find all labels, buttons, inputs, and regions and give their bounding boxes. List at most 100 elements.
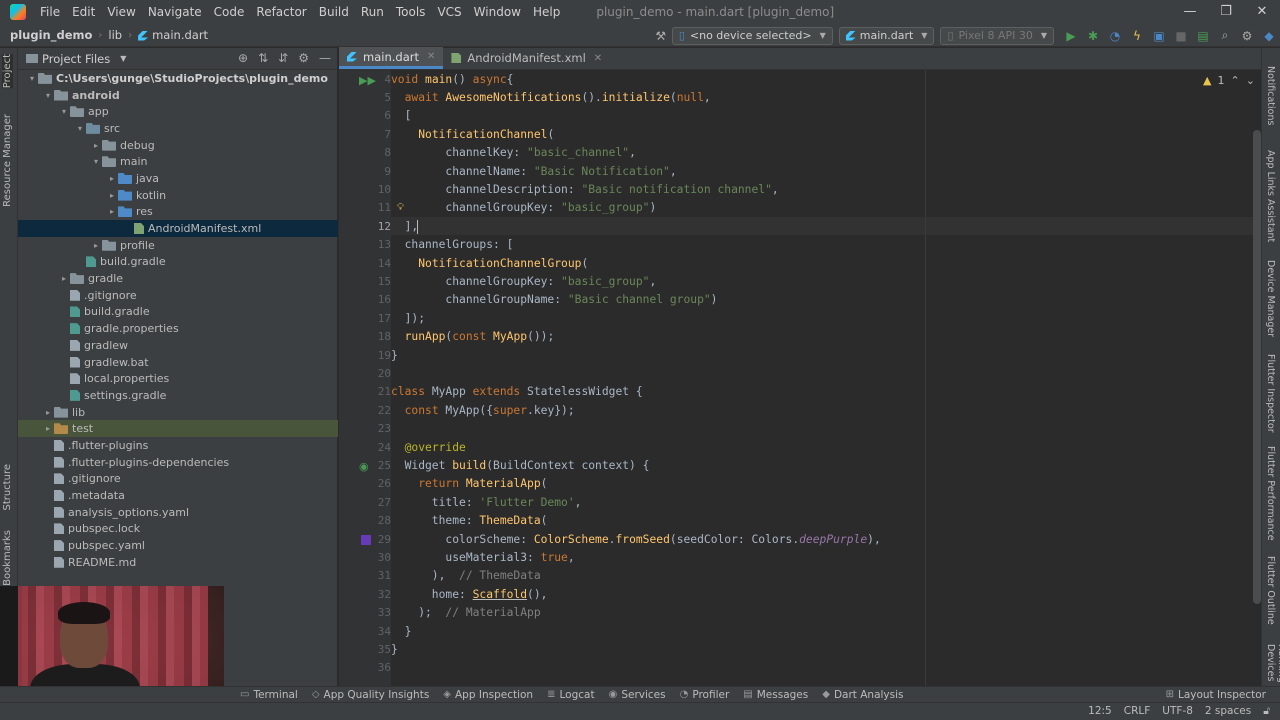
chevron-down-icon[interactable]: ▾ [26,74,38,83]
tree-item[interactable]: ▸ res [18,204,338,221]
line-number[interactable]: 11 [347,199,391,217]
code-line[interactable]: channelGroupKey: "basic_group", [391,273,656,291]
tree-item[interactable]: ▾ app [18,103,338,120]
menu-file[interactable]: File [34,0,66,24]
chevron-down-icon[interactable]: ▾ [58,107,70,116]
indent-setting[interactable]: 2 spaces [1205,705,1251,718]
line-number[interactable]: 7 [347,126,391,144]
line-number[interactable]: 22 [347,402,391,420]
line-number[interactable]: 16 [347,291,391,309]
device-selector[interactable]: ▯ <no device selected> ▼ [671,26,833,45]
device-manager-icon[interactable]: ▣ [1148,26,1170,46]
code-line[interactable]: theme: ThemeData( [391,512,548,530]
code-line[interactable]: useMaterial3: true, [391,549,574,567]
code-line[interactable]: await AwesomeNotifications().initialize(… [391,89,711,107]
line-number[interactable]: 20 [347,365,391,383]
line-number[interactable]: 25 [347,457,391,475]
profile-icon[interactable]: ◔ [1104,26,1126,46]
line-number[interactable]: 9 [347,163,391,181]
layout-inspector-tool-button[interactable]: ⊞ Layout Inspector [1166,689,1266,701]
code-line[interactable]: class MyApp extends StatelessWidget { [391,383,643,401]
line-number[interactable]: 19 [347,347,391,365]
chevron-right-icon[interactable]: ▸ [58,274,70,283]
override-gutter-icon[interactable]: ◉ [359,460,369,473]
tree-item[interactable]: build.gradle [18,304,338,321]
line-number[interactable]: 13 [347,236,391,254]
tree-item[interactable]: .flutter-plugins-dependencies [18,454,338,471]
line-number[interactable]: 26 [347,475,391,493]
code-line[interactable]: home: Scaffold(), [391,586,548,604]
run-icon[interactable]: ▶ [1060,26,1082,46]
app-quality-insights-tool-button[interactable]: ◇ App Quality Insights [312,689,429,701]
line-number[interactable]: 10 [347,181,391,199]
tree-item[interactable]: ▸ kotlin [18,187,338,204]
code-line[interactable]: return MaterialApp( [391,475,547,493]
tree-item[interactable]: ▸ lib [18,404,338,421]
chevron-right-icon[interactable]: ▸ [42,424,54,433]
ide-logo-icon[interactable]: ◆ [1258,26,1280,46]
tree-item[interactable]: ▸ profile [18,237,338,254]
menu-edit[interactable]: Edit [66,0,101,24]
tab-android-manifest[interactable]: AndroidManifest.xml ✕ [443,47,610,69]
line-number[interactable]: 12 [347,218,391,236]
structure-tool-button[interactable]: Structure [2,464,13,511]
device-manager-tool-button[interactable]: Device Manager [1265,260,1276,337]
code-line[interactable]: runApp(const MyApp()); [391,328,555,346]
tree-item[interactable]: pubspec.lock [18,521,338,538]
line-number[interactable]: 33 [347,604,391,622]
profiler-tool-button[interactable]: ◔ Profiler [680,689,730,701]
code-line[interactable]: channelName: "Basic Notification", [391,163,676,181]
minimize-button[interactable]: — [1172,0,1208,24]
tree-item[interactable]: settings.gradle [18,387,338,404]
expand-all-icon[interactable]: ⇅ [258,51,268,65]
tree-item[interactable]: analysis_options.yaml [18,504,338,521]
chevron-right-icon[interactable]: ▸ [106,207,118,216]
debug-icon[interactable]: ✱ [1082,26,1104,46]
code-line[interactable]: } [391,623,412,641]
chevron-up-icon[interactable]: ⌃ [1230,74,1239,87]
tree-item[interactable]: ▾ C:\Users\gunge\StudioProjects\plugin_de… [18,70,338,87]
chevron-down-icon[interactable]: ⌄ [1246,74,1255,87]
bookmarks-tool-button[interactable]: Bookmarks [2,530,13,586]
chevron-right-icon[interactable]: ▸ [106,191,118,200]
search-icon[interactable]: ⌕ [1214,26,1236,46]
close-window-button[interactable]: ✕ [1244,0,1280,24]
breadcrumb-lib[interactable]: lib [102,28,128,42]
hide-icon[interactable]: — [319,51,331,65]
chevron-right-icon[interactable]: ▸ [90,141,102,150]
color-swatch-icon[interactable] [361,534,371,545]
tree-item[interactable]: ▾ src [18,120,338,137]
code-line[interactable]: ), // ThemeData [391,567,541,585]
project-view-selector[interactable]: Project Files [42,52,110,66]
menu-refactor[interactable]: Refactor [250,0,312,24]
line-number[interactable]: 14 [347,255,391,273]
flutter-outline-tool-button[interactable]: Flutter Outline [1265,556,1276,625]
line-number[interactable]: 30 [347,549,391,567]
line-number[interactable]: 35 [347,641,391,659]
resource-manager-tool-button[interactable]: Resource Manager [2,114,13,207]
terminal-tool-button[interactable]: ▭ Terminal [240,689,298,701]
tree-item[interactable]: local.properties [18,370,338,387]
line-separator[interactable]: CRLF [1124,705,1151,718]
line-number[interactable]: 27 [347,494,391,512]
code-line[interactable]: Widget build(BuildContext context) { [391,457,650,475]
editor-gutter[interactable]: 4 5 6 7 8 9 10 11 12 13 14 15 16 17 18 19 20 21 22 23 24 25 26… [339,70,404,686]
chevron-down-icon[interactable]: ▼ [120,54,126,63]
flutter-inspector-tool-button[interactable]: Flutter Inspector [1265,354,1276,433]
tree-item[interactable]: .gitignore [18,471,338,488]
locate-icon[interactable]: ⊕ [238,51,248,65]
project-tool-button[interactable]: Project [2,54,13,89]
line-number[interactable]: 5 [347,89,391,107]
tree-item[interactable]: .flutter-plugins [18,437,338,454]
tree-item[interactable]: ▾ android [18,87,338,104]
menu-code[interactable]: Code [208,0,251,24]
lock-icon[interactable]: 🔓︎ [1263,705,1270,718]
chevron-down-icon[interactable]: ▾ [90,157,102,166]
line-number[interactable]: 36 [347,659,391,677]
inspection-widget[interactable]: ▲ 1 ⌃ ⌄ [1203,74,1255,87]
chevron-right-icon[interactable]: ▸ [42,408,54,417]
code-line[interactable]: } [391,347,398,365]
tree-item[interactable]: gradlew [18,337,338,354]
code-line[interactable]: NotificationChannel( [391,126,554,144]
code-line[interactable]: const MyApp({super.key}); [391,402,575,420]
